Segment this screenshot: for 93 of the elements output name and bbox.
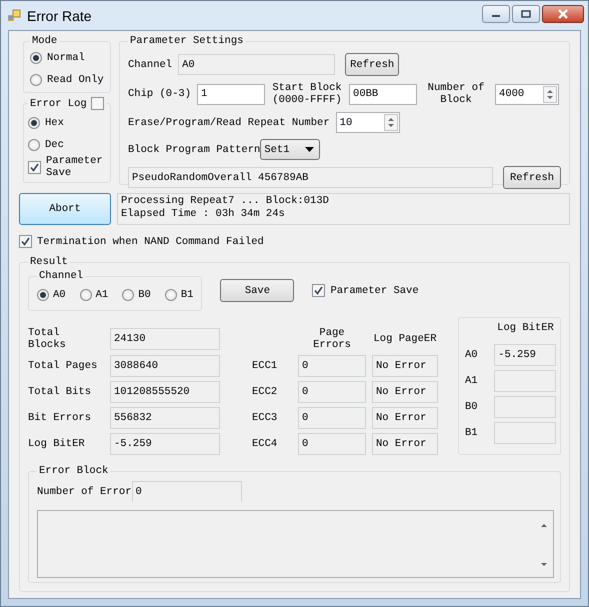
ecc-label: ECC4 — [252, 438, 278, 450]
stat-label: Bit Errors — [28, 412, 92, 424]
save-button[interactable]: Save — [220, 279, 294, 302]
option-label: B0 — [138, 289, 151, 301]
close-button[interactable] — [542, 5, 584, 23]
pattern-field[interactable]: PseudoRandomOverall 456789AB — [128, 167, 493, 188]
stat-label: Total Bits — [28, 386, 92, 398]
ecc-label: ECC1 — [252, 360, 278, 372]
field-label: Erase/Program/Read Repeat Number — [128, 116, 330, 128]
number-spinner[interactable]: 4000 — [495, 84, 560, 104]
radio-button[interactable] — [164, 289, 177, 301]
app-icon — [7, 8, 21, 22]
option-label: Hex — [45, 117, 64, 129]
checkbox-label: Termination when NAND Command Failed — [37, 236, 264, 248]
checkbox[interactable] — [312, 284, 326, 297]
option-label: Normal — [47, 52, 85, 64]
option-label: Parameter Save — [46, 155, 104, 179]
stat-label: B0 — [465, 401, 479, 413]
stat-field: 0 — [298, 407, 366, 429]
stat-field: -5.259 — [494, 344, 556, 366]
stat-field — [494, 422, 556, 444]
spin-arrows-icon — [384, 114, 398, 131]
field-label: Number of Block — [426, 82, 486, 106]
radio-button[interactable] — [28, 117, 40, 129]
refresh-button[interactable]: Refresh — [345, 53, 400, 76]
caret-icon — [305, 147, 314, 152]
stat-label: Total Pages — [28, 360, 98, 372]
checkbox[interactable] — [90, 97, 104, 110]
group-title: Error Log — [30, 98, 87, 110]
radio-button[interactable] — [37, 289, 49, 301]
field-label: Channel — [128, 58, 172, 70]
stat-field: No Error — [372, 433, 438, 455]
abort-button[interactable]: Abort — [19, 193, 111, 225]
field-label: Block Program Pattern — [128, 144, 260, 156]
radio-button[interactable] — [28, 139, 40, 151]
option-label: A0 — [53, 289, 66, 301]
checkbox-label: Parameter Save — [330, 284, 419, 296]
stat-field: No Error — [372, 381, 438, 403]
stat-field: 101208555520 — [110, 381, 220, 403]
radio-button[interactable] — [30, 52, 42, 64]
error-count-field: 0 — [132, 481, 242, 502]
stat-field: -5.259 — [110, 433, 220, 455]
option-label: A1 — [96, 289, 108, 301]
refresh-button[interactable]: Refresh — [503, 166, 561, 189]
radio-button[interactable] — [122, 289, 134, 301]
start-block-field[interactable]: 00BB — [349, 84, 418, 104]
option-label: B1 — [180, 289, 194, 301]
checkbox[interactable] — [19, 235, 32, 248]
channel-field[interactable]: A0 — [178, 54, 336, 75]
stat-field: 0 — [298, 381, 366, 403]
radio-button[interactable] — [30, 74, 42, 86]
field-label: Number of Error — [37, 486, 132, 498]
stat-field: 0 — [298, 433, 366, 455]
stat-field — [494, 396, 556, 418]
group-title: Channel — [38, 270, 84, 282]
stat-field: No Error — [372, 407, 438, 429]
window-title: Error Rate — [27, 8, 93, 24]
field-label: Chip (0-3) — [128, 88, 192, 100]
option-label: Dec — [45, 139, 64, 151]
stat-field: No Error — [372, 355, 438, 377]
group-title: Mode — [31, 35, 58, 47]
stat-label: Total Blocks — [28, 327, 67, 351]
maximize-icon — [521, 10, 531, 18]
spin-arrows-icon — [543, 86, 558, 102]
radio-button[interactable] — [80, 289, 92, 301]
stat-field — [494, 370, 556, 392]
group-title: Result — [29, 256, 69, 268]
stat-field: 3088640 — [110, 355, 220, 377]
ecc-label: ECC2 — [252, 386, 278, 398]
chip-field[interactable]: 1 — [197, 84, 266, 104]
stat-label: B1 — [465, 427, 479, 439]
stat-label: Log BitER — [28, 438, 86, 450]
column-header: Log BitER — [496, 322, 555, 336]
checkbox[interactable] — [28, 160, 41, 174]
group-title: Error Block — [38, 465, 110, 477]
maximize-button[interactable] — [512, 5, 540, 23]
pattern-dropdown[interactable]: Set1 — [260, 139, 320, 160]
stat-field: 0 — [298, 355, 366, 377]
minimize-button[interactable] — [482, 5, 510, 23]
field-label: Start Block (0000-FFFF) — [271, 82, 343, 106]
option-label: Read Only — [47, 74, 104, 86]
stat-label: A1 — [465, 375, 479, 387]
stat-label: A0 — [465, 349, 479, 361]
stat-field: 556832 — [110, 407, 220, 429]
status-line: Elapsed Time : 03h 34m 24s — [121, 208, 286, 221]
stat-field: 24130 — [110, 328, 220, 350]
group-title: Parameter Settings — [129, 35, 244, 47]
column-header: Page Errors — [312, 327, 352, 351]
status-line: Processing Repeat7 ... Block:013D — [121, 195, 330, 208]
close-icon — [557, 9, 569, 19]
number-spinner[interactable]: 10 — [336, 112, 400, 133]
ecc-label: ECC3 — [252, 412, 278, 424]
column-header: Log PageER — [372, 333, 438, 345]
